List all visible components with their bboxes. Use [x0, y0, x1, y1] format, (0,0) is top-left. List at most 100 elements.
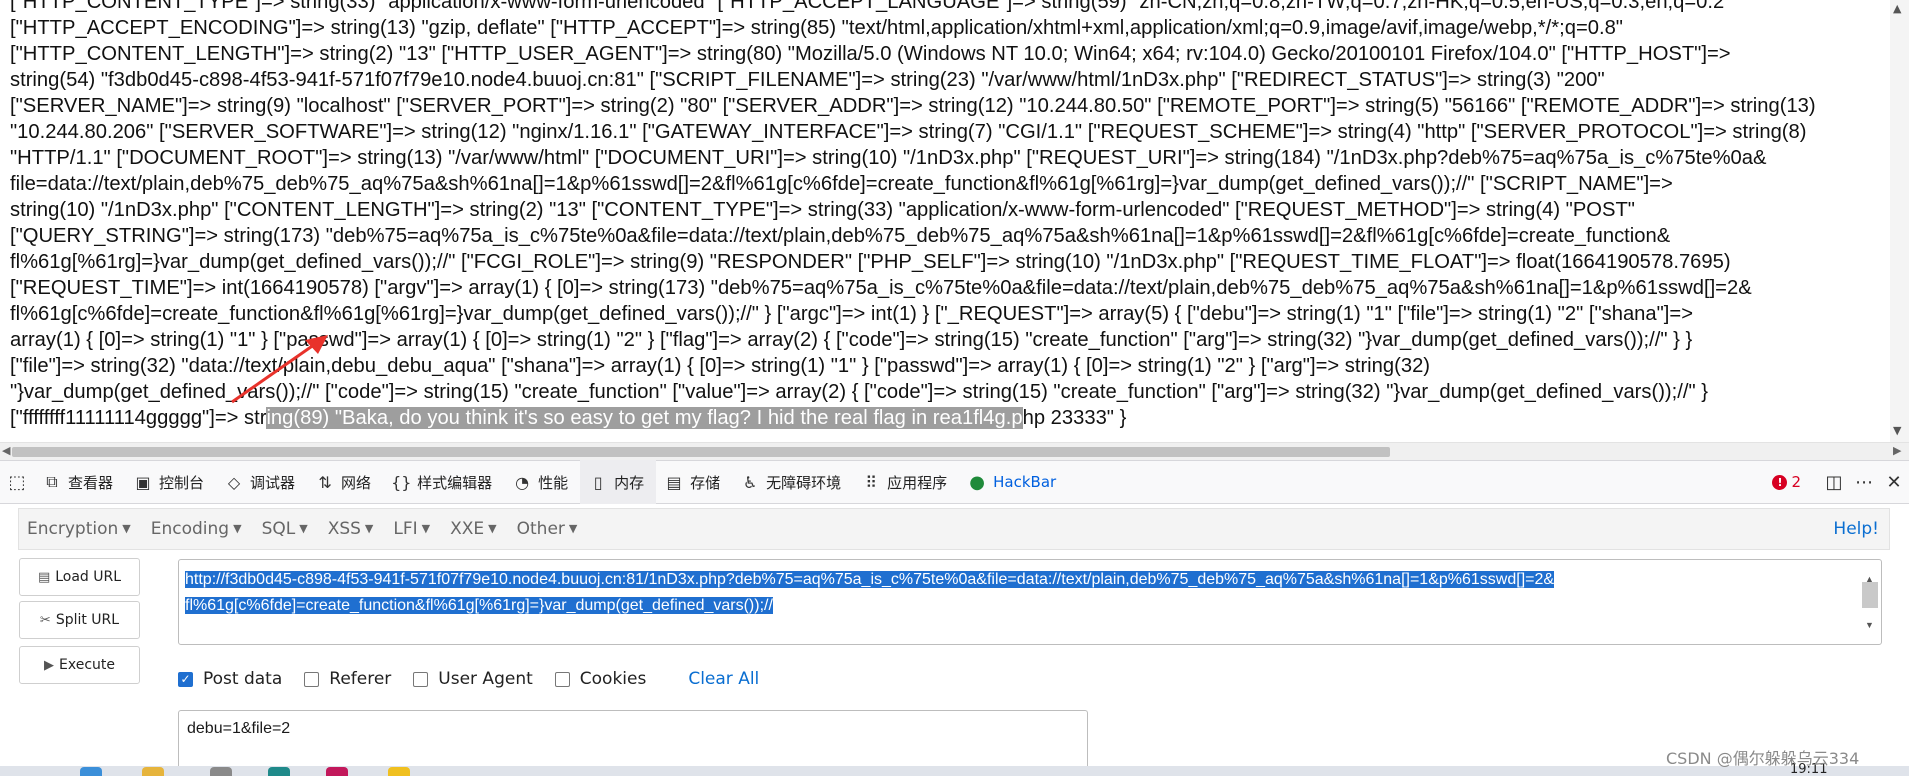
- button-label: Split URL: [55, 612, 120, 628]
- clear-all-link[interactable]: Clear All: [688, 669, 759, 689]
- error-count: 2: [1791, 473, 1801, 491]
- tab-label: 查看器: [68, 473, 114, 492]
- menu-encryption[interactable]: Encryption ▼: [27, 519, 131, 539]
- request-options: ✓ Post data Referer User Agent Cookies Cl…: [178, 668, 759, 690]
- tab-network[interactable]: ⇅ 网络: [307, 460, 383, 504]
- taskbar-app-icon[interactable]: [388, 767, 410, 776]
- dump-line: "HTTP/1.1" ["DOCUMENT_ROOT"]=> string(13…: [10, 147, 1767, 169]
- dump-line: "10.244.80.206" ["SERVER_SOFTWARE"]=> st…: [10, 121, 1807, 143]
- accessibility-icon: ♿: [742, 472, 758, 492]
- url-text-line1: http://f3db0d45-c898-4f53-941f-571f07f79…: [185, 571, 1555, 588]
- more-options-icon[interactable]: ⋯: [1849, 472, 1879, 493]
- taskbar-app-icon[interactable]: [80, 767, 102, 776]
- scroll-left-icon[interactable]: ◀: [2, 444, 10, 457]
- horizontal-scrollbar[interactable]: ◀ ▶: [0, 442, 1909, 460]
- dump-line: "}var_dump(get_defined_vars());//" ["cod…: [10, 381, 1708, 403]
- menu-xss[interactable]: XSS ▼: [328, 519, 374, 539]
- option-post-data[interactable]: ✓ Post data: [178, 669, 282, 689]
- tab-inspector[interactable]: ⧉ 查看器: [34, 460, 125, 504]
- debugger-icon: ◇: [227, 472, 241, 492]
- checkbox-checked[interactable]: ✓: [178, 671, 193, 687]
- scroll-thumb[interactable]: [1862, 582, 1878, 608]
- php-dump-output: ["HTTP_CONTENT_TYPE"]=> string(33) "appl…: [0, 0, 1890, 442]
- inspector-icon: ⧉: [46, 472, 58, 491]
- execute-button[interactable]: ▶ Execute: [19, 646, 140, 684]
- option-label: Post data: [203, 669, 283, 689]
- caret-down-icon: ▼: [421, 522, 431, 535]
- tab-label: 样式编辑器: [417, 473, 493, 492]
- caret-down-icon: ▼: [122, 522, 131, 535]
- url-text-line2: fl%61g[c%6fde]=create_function&fl%61g[%6…: [185, 597, 773, 614]
- option-label: Referer: [329, 669, 392, 689]
- gauge-icon: ◔: [515, 472, 530, 492]
- dump-line: fl%61g[%61rg]=}var_dump(get_defined_vars…: [10, 251, 1731, 273]
- button-label: Load URL: [55, 569, 122, 585]
- dump-line: ["file"]=> string(32) "data://text/plain…: [10, 355, 1431, 377]
- tab-label: HackBar: [993, 473, 1057, 491]
- menu-lfi[interactable]: LFI ▼: [393, 519, 430, 539]
- url-textarea[interactable]: http://f3db0d45-c898-4f53-941f-571f07f79…: [178, 559, 1882, 645]
- caret-down-icon: ▼: [488, 522, 497, 535]
- devtools-right-controls: ! 2 ◫ ⋯ ✕: [1772, 460, 1909, 504]
- scroll-up-icon[interactable]: ▲: [1893, 2, 1901, 15]
- tab-label: 网络: [341, 473, 372, 492]
- dump-line: string(10) "/1nD3x.php" ["CONTENT_LENGTH…: [10, 199, 1635, 221]
- tab-label: 无障碍环境: [766, 473, 842, 492]
- taskbar-app-icon[interactable]: [326, 767, 348, 776]
- tab-application[interactable]: ⠿ 应用程序: [853, 460, 959, 504]
- dock-toggle-icon[interactable]: ◫: [1819, 472, 1849, 493]
- taskbar-app-icon[interactable]: [268, 767, 290, 776]
- tab-style-editor[interactable]: {} 样式编辑器: [383, 460, 504, 504]
- tab-label: 存储: [690, 473, 721, 492]
- dump-line: ["QUERY_STRING"]=> string(173) "deb%75=a…: [10, 225, 1671, 247]
- tab-performance[interactable]: ◔ 性能: [504, 460, 580, 504]
- menu-encoding[interactable]: Encoding ▼: [151, 519, 242, 539]
- element-picker-icon[interactable]: ⬚: [0, 460, 34, 504]
- option-label: Cookies: [579, 669, 647, 689]
- tab-storage[interactable]: ▤ 存储: [656, 460, 732, 504]
- dump-flag-selection[interactable]: ing(89) "Baka, do you think it's so easy…: [266, 407, 1023, 429]
- taskbar-app-icon[interactable]: [210, 767, 232, 776]
- hackbar-logo-icon: ●: [969, 471, 986, 493]
- dump-flag-pre: ["ffffffff11111114ggggg"]=> str: [10, 407, 267, 429]
- help-link[interactable]: Help!: [1833, 519, 1879, 539]
- scroll-down-icon[interactable]: ▼: [1865, 612, 1874, 638]
- button-label: Execute: [59, 657, 115, 673]
- caret-down-icon: ▼: [299, 522, 308, 535]
- menu-sql[interactable]: SQL ▼: [262, 519, 308, 539]
- scroll-right-icon[interactable]: ▶: [1893, 444, 1901, 457]
- menu-xxe[interactable]: XXE ▼: [450, 519, 497, 539]
- checkbox[interactable]: [304, 671, 320, 687]
- tab-debugger[interactable]: ◇ 调试器: [216, 460, 307, 504]
- checkbox[interactable]: [554, 671, 570, 687]
- split-url-button[interactable]: ✂ Split URL: [19, 601, 140, 639]
- folder-icon[interactable]: [142, 767, 164, 776]
- dump-line: ["SERVER_NAME"]=> string(9) "localhost" …: [10, 95, 1816, 117]
- dump-line: ["HTTP_CONTENT_LENGTH"]=> string(2) "13"…: [10, 43, 1731, 65]
- menu-label: XXE: [450, 519, 485, 539]
- option-referer[interactable]: Referer: [304, 669, 391, 689]
- caret-down-icon: ▼: [233, 522, 242, 535]
- vertical-scrollbar[interactable]: ▲ ▼: [1890, 0, 1909, 442]
- tab-label: 应用程序: [887, 473, 948, 492]
- caret-down-icon: ▼: [568, 522, 578, 535]
- close-icon[interactable]: ✕: [1879, 472, 1909, 493]
- memory-icon: ▯: [593, 472, 603, 492]
- tab-accessibility[interactable]: ♿ 无障碍环境: [732, 460, 853, 504]
- option-user-agent[interactable]: User Agent: [413, 669, 533, 689]
- scroll-down-icon[interactable]: ▼: [1893, 424, 1901, 437]
- caret-down-icon: ▼: [364, 522, 374, 535]
- tab-label: 内存: [614, 473, 645, 492]
- url-scrollbar[interactable]: ▲ ▼: [1862, 566, 1878, 638]
- checkbox[interactable]: [413, 671, 429, 687]
- tab-hackbar[interactable]: ● HackBar: [959, 460, 1068, 504]
- tab-console[interactable]: ▣ 控制台: [125, 460, 216, 504]
- grid-icon: ⠿: [865, 472, 877, 492]
- menu-other[interactable]: Other ▼: [517, 519, 578, 539]
- scroll-thumb[interactable]: [12, 447, 1390, 457]
- error-count-badge[interactable]: ! 2: [1772, 473, 1801, 491]
- dump-line: fl%61g[c%6fde]=create_function&fl%61g[%6…: [10, 303, 1693, 325]
- load-url-button[interactable]: ▤ Load URL: [19, 558, 140, 596]
- option-cookies[interactable]: Cookies: [554, 669, 647, 689]
- tab-memory[interactable]: ▯ 内存: [580, 460, 657, 504]
